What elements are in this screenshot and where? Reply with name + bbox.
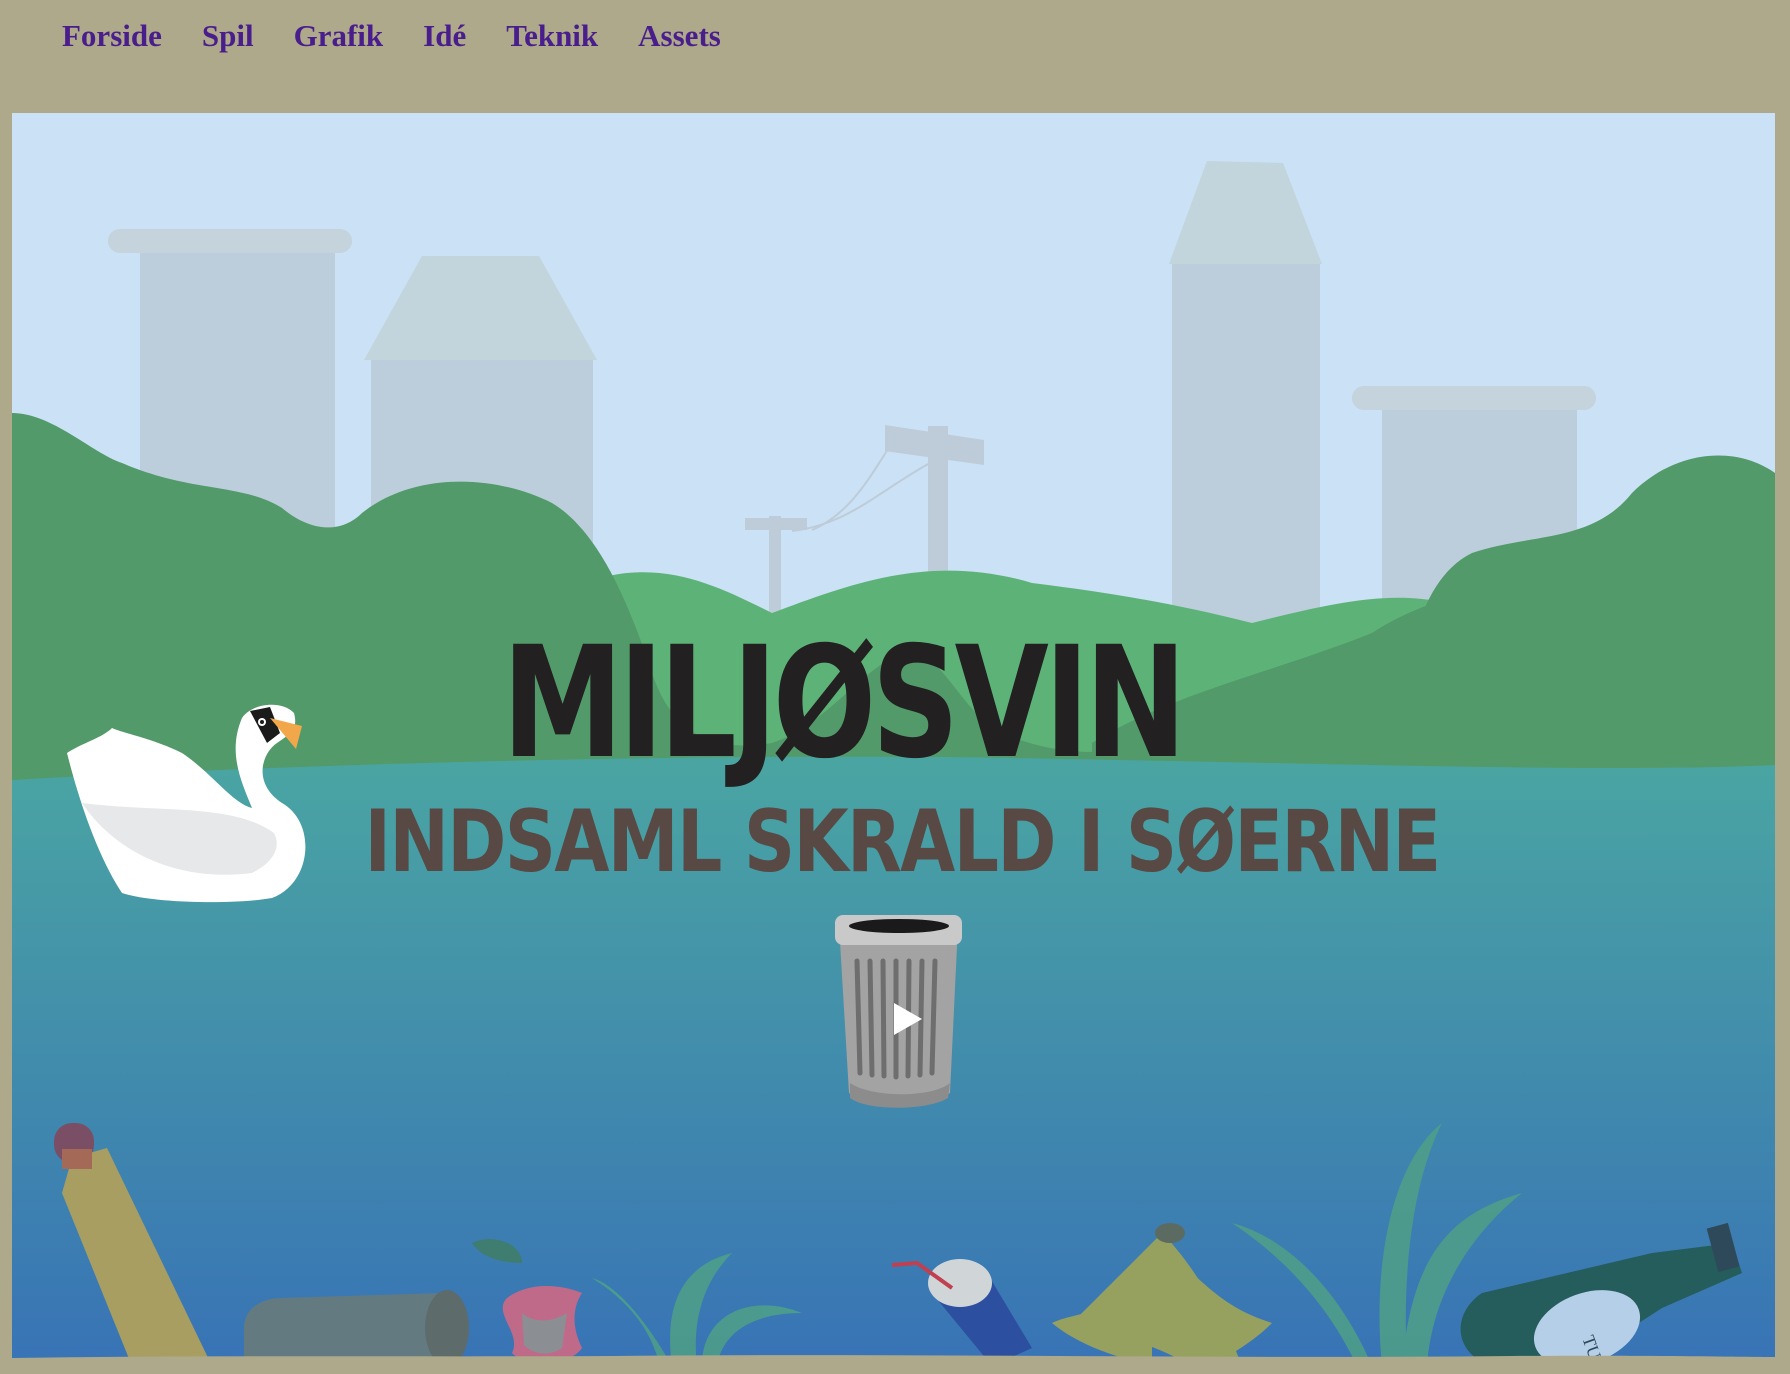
seabed-edge <box>12 1355 1775 1366</box>
nav-link-spil[interactable]: Spil <box>202 18 254 54</box>
game-title: MILJØSVIN <box>502 614 1182 793</box>
play-button[interactable] <box>835 915 962 1108</box>
nav-link-assets[interactable]: Assets <box>638 18 721 54</box>
nav-link-forside[interactable]: Forside <box>62 18 162 54</box>
game-subtitle: INDSAML SKRALD I SØERNE <box>365 792 1440 892</box>
nav-link-grafik[interactable]: Grafik <box>294 18 384 54</box>
nav-link-teknik[interactable]: Teknik <box>506 18 598 54</box>
main-nav: Forside Spil Grafik Idé Teknik Assets <box>62 18 721 54</box>
tin-can <box>244 1290 469 1366</box>
game-canvas[interactable]: MILJØSVIN INDSAML SKRALD I SØERNE <box>12 113 1775 1366</box>
nav-link-ide[interactable]: Idé <box>423 18 466 54</box>
